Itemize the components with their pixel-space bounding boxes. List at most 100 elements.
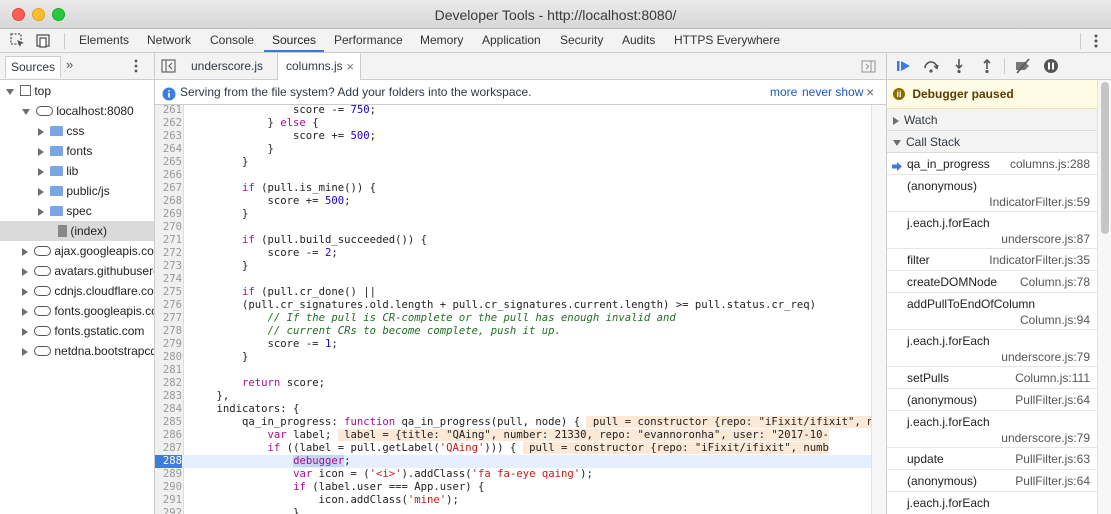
- call-frame[interactable]: j.each.j.forEach underscore.js:79: [887, 330, 1097, 367]
- watch-section-header[interactable]: Watch: [887, 109, 1097, 131]
- code-line[interactable]: 292 }: [155, 507, 871, 514]
- tab-application[interactable]: Application: [474, 29, 549, 52]
- code-line[interactable]: 268 score += 500;: [155, 195, 871, 208]
- code-editor[interactable]: 261 score -= 750; 262 } else {263 score +…: [155, 105, 871, 514]
- line-number[interactable]: 264: [155, 143, 182, 156]
- tab-performance[interactable]: Performance: [326, 29, 411, 52]
- code-line[interactable]: 285 qa_in_progress: function qa_in_progr…: [155, 416, 871, 429]
- line-number[interactable]: 268: [155, 195, 182, 208]
- device-toolbar-icon[interactable]: [34, 32, 52, 50]
- tree-item[interactable]: lib: [0, 161, 154, 181]
- deactivate-breakpoints-icon[interactable]: [1014, 58, 1030, 74]
- code-line[interactable]: 283 },: [155, 390, 871, 403]
- code-line[interactable]: 264 }: [155, 143, 871, 156]
- line-number[interactable]: 265: [155, 156, 182, 169]
- code-line[interactable]: 271 if (pull.build_succeeded()) {: [155, 234, 871, 247]
- step-over-icon[interactable]: [923, 58, 939, 74]
- collapse-arrow-icon[interactable]: [6, 88, 14, 95]
- code-line[interactable]: 266: [155, 169, 871, 182]
- tree-item[interactable]: localhost:8080: [0, 101, 154, 121]
- expand-arrow-icon[interactable]: [38, 147, 44, 156]
- tree-item[interactable]: netdna.bootstrapcdn.com: [0, 341, 154, 361]
- code-line[interactable]: 284 indicators: {: [155, 403, 871, 416]
- code-line[interactable]: 262 } else {: [155, 117, 871, 130]
- expand-arrow-icon[interactable]: [38, 167, 44, 176]
- code-line[interactable]: 278 // current CRs to become complete, p…: [155, 325, 871, 338]
- line-number[interactable]: 277: [155, 312, 182, 325]
- line-number[interactable]: 281: [155, 364, 182, 377]
- call-frame[interactable]: (anonymous) PullFilter.js:64: [887, 389, 1097, 411]
- call-frame[interactable]: createDOMNode Column.js:78: [887, 271, 1097, 293]
- expand-arrow-icon[interactable]: [22, 347, 28, 356]
- tree-item[interactable]: ajax.googleapis.com: [0, 241, 154, 261]
- call-frame[interactable]: update PullFilter.js:63: [887, 448, 1097, 470]
- code-line[interactable]: 276 (pull.cr_signatures.old.length + pul…: [155, 299, 871, 312]
- close-tab-icon[interactable]: ×: [346, 53, 354, 80]
- code-line[interactable]: 272 score -= 2;: [155, 247, 871, 260]
- line-number[interactable]: 290: [155, 481, 182, 494]
- call-frame[interactable]: qa_in_progress columns.js:288: [887, 153, 1097, 175]
- editor-scrollbar[interactable]: [871, 105, 886, 514]
- line-number[interactable]: 287: [155, 442, 182, 455]
- tab-memory[interactable]: Memory: [412, 29, 471, 52]
- line-number[interactable]: 276: [155, 299, 182, 312]
- line-number[interactable]: 263: [155, 130, 182, 143]
- expand-arrow-icon[interactable]: [22, 267, 28, 276]
- infobar-never-show-link[interactable]: never show: [802, 80, 863, 104]
- line-number[interactable]: 271: [155, 234, 182, 247]
- tree-item[interactable]: public/js: [0, 181, 154, 201]
- call-frame[interactable]: filter IndicatorFilter.js:35: [887, 249, 1097, 271]
- line-number[interactable]: 278: [155, 325, 182, 338]
- inspect-element-icon[interactable]: [9, 32, 27, 50]
- tree-item[interactable]: fonts.googleapis.com: [0, 301, 154, 321]
- step-out-icon[interactable]: [979, 58, 995, 74]
- code-line[interactable]: 273 }: [155, 260, 871, 273]
- step-into-icon[interactable]: [951, 58, 967, 74]
- line-number[interactable]: 283: [155, 390, 182, 403]
- line-number[interactable]: 262: [155, 117, 182, 130]
- tab-elements[interactable]: Elements: [71, 29, 137, 52]
- code-line[interactable]: 263 score += 500;: [155, 130, 871, 143]
- line-number[interactable]: 275: [155, 286, 182, 299]
- expand-arrow-icon[interactable]: [22, 287, 28, 296]
- tree-item[interactable]: spec: [0, 201, 154, 221]
- tree-item[interactable]: (index): [0, 221, 154, 241]
- tree-item[interactable]: fonts: [0, 141, 154, 161]
- line-number[interactable]: 272: [155, 247, 182, 260]
- infobar-more-link[interactable]: more: [770, 80, 797, 104]
- call-frame[interactable]: (anonymous) PullFilter.js:64: [887, 470, 1097, 492]
- code-line[interactable]: 267 if (pull.is_mine()) {: [155, 182, 871, 195]
- scrollbar-thumb[interactable]: [1101, 82, 1109, 234]
- tab-network[interactable]: Network: [139, 29, 199, 52]
- call-frame[interactable]: addPullToEndOfColumn Column.js:94: [887, 293, 1097, 330]
- call-frame[interactable]: (anonymous) IndicatorFilter.js:59: [887, 175, 1097, 212]
- line-number[interactable]: 288: [155, 455, 182, 468]
- line-number[interactable]: 292: [155, 507, 182, 514]
- tab-security[interactable]: Security: [552, 29, 611, 52]
- callstack-section-header[interactable]: Call Stack: [887, 131, 1097, 153]
- code-line-current[interactable]: 288 debugger;: [155, 455, 871, 468]
- line-number[interactable]: 291: [155, 494, 182, 507]
- collapse-arrow-icon[interactable]: [22, 108, 30, 115]
- code-line[interactable]: 261 score -= 750;: [155, 105, 871, 117]
- expand-arrow-icon[interactable]: [38, 187, 44, 196]
- line-number[interactable]: 273: [155, 260, 182, 273]
- line-number[interactable]: 285: [155, 416, 182, 429]
- line-number[interactable]: 266: [155, 169, 182, 182]
- navigator-menu-icon[interactable]: [129, 58, 143, 77]
- expand-arrow-icon[interactable]: [22, 247, 28, 256]
- code-line[interactable]: 270: [155, 221, 871, 234]
- code-line[interactable]: 282 return score;: [155, 377, 871, 390]
- code-line[interactable]: 279 score -= 1;: [155, 338, 871, 351]
- tab-audits[interactable]: Audits: [614, 29, 663, 52]
- code-line[interactable]: 291 icon.addClass('mine');: [155, 494, 871, 507]
- line-number[interactable]: 270: [155, 221, 182, 234]
- line-number[interactable]: 286: [155, 429, 182, 442]
- toggle-navigator-icon[interactable]: [161, 59, 177, 76]
- code-line[interactable]: 289 var icon = ('<i>').addClass('fa fa-e…: [155, 468, 871, 481]
- line-number[interactable]: 267: [155, 182, 182, 195]
- tree-item[interactable]: css: [0, 121, 154, 141]
- tab-sources[interactable]: Sources: [264, 29, 325, 52]
- expand-arrow-icon[interactable]: [22, 307, 28, 316]
- tree-item[interactable]: cdnjs.cloudflare.com: [0, 281, 154, 301]
